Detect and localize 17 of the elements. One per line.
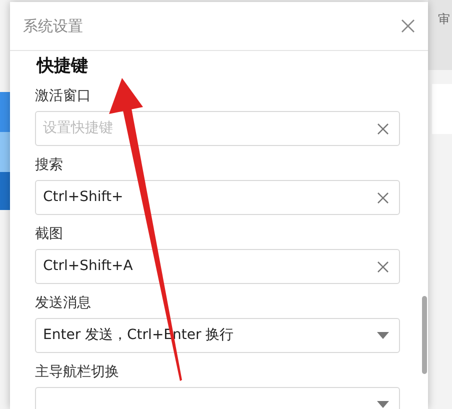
field-label: 发送消息: [35, 294, 92, 312]
caret-icon: [377, 332, 389, 340]
shortcut-field[interactable]: Ctrl+Shift+: [35, 180, 400, 215]
toolbar-text: 审: [438, 12, 450, 26]
caret-icon: [377, 400, 389, 408]
shortcut-field[interactable]: Ctrl+Shift+A: [35, 249, 400, 284]
clear-icon[interactable]: [377, 122, 389, 134]
dialog-title: 系统设置: [23, 16, 83, 37]
field-label: 截图: [35, 225, 64, 243]
clear-icon[interactable]: [377, 192, 389, 204]
field-label: 主导航栏切换: [35, 363, 120, 381]
section-heading: 快捷键: [37, 55, 89, 77]
field-label: 搜索: [35, 156, 64, 174]
close-icon[interactable]: [400, 18, 416, 34]
clear-icon[interactable]: [377, 260, 389, 272]
field-label: 激活窗口: [35, 87, 92, 105]
content-panel: [432, 84, 452, 134]
